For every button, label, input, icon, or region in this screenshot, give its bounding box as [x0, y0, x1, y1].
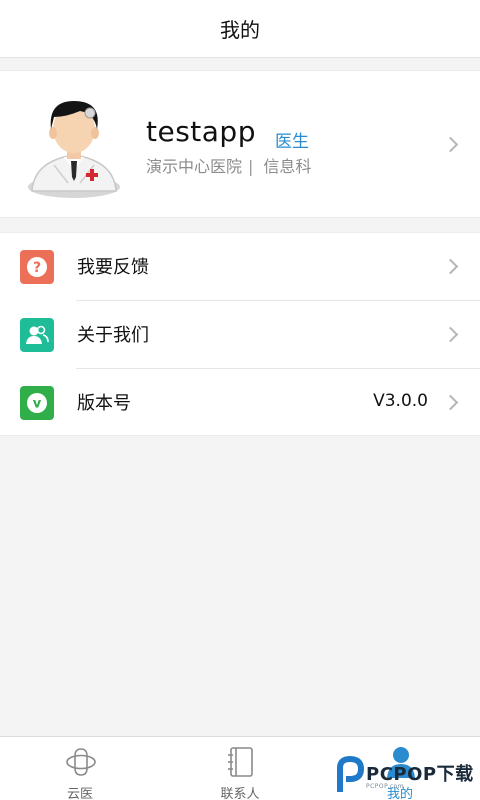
cloud-doctor-icon	[66, 748, 96, 776]
pcpop-logo-icon	[337, 756, 364, 792]
doctor-avatar	[28, 101, 120, 198]
profile-card[interactable]: testapp 医生 演示中心医院 | 信息科	[0, 70, 480, 218]
menu-label: 我要反馈	[77, 257, 149, 278]
about-us-people-icon	[20, 318, 54, 352]
menu-item-version[interactable]: v 版本号 V3.0.0	[0, 369, 480, 437]
profile-role-badge: 医生	[275, 132, 309, 152]
watermark-subtext: PCPOP.com	[366, 783, 405, 790]
feedback-question-icon: ?	[20, 250, 54, 284]
chevron-right-icon	[442, 394, 459, 411]
tab-cloud-doctor[interactable]: 云医	[0, 737, 160, 800]
tab-contacts[interactable]: 联系人	[160, 737, 320, 800]
tab-label: 联系人	[220, 787, 260, 800]
page-title: 我的	[220, 18, 260, 42]
version-v-icon: v	[20, 386, 54, 420]
chevron-right-icon	[442, 258, 459, 275]
department-name: 信息科	[263, 157, 312, 176]
menu-item-about-us[interactable]: 关于我们	[0, 301, 480, 369]
svg-text:?: ?	[33, 260, 41, 276]
hospital-name: 演示中心医院	[146, 157, 243, 176]
top-bar: 我的	[0, 0, 480, 58]
chevron-right-icon	[442, 136, 459, 153]
contacts-book-icon	[228, 747, 253, 777]
pcpop-watermark: PCPOP下载 PCPOP.com	[330, 752, 478, 796]
version-value: V3.0.0	[373, 391, 428, 411]
menu-item-feedback[interactable]: ? 我要反馈	[0, 233, 480, 301]
profile-organization: 演示中心医院 | 信息科	[146, 153, 311, 177]
profile-name: testapp	[146, 115, 256, 148]
svg-text:v: v	[33, 397, 42, 412]
chevron-right-icon	[442, 326, 459, 343]
org-separator: |	[248, 157, 254, 176]
menu-label: 关于我们	[77, 325, 149, 346]
tab-label: 云医	[66, 787, 93, 800]
menu-label: 版本号	[77, 393, 131, 414]
settings-menu: ? 我要反馈 关于我们 v 版本号 V3.0.0	[0, 232, 480, 436]
